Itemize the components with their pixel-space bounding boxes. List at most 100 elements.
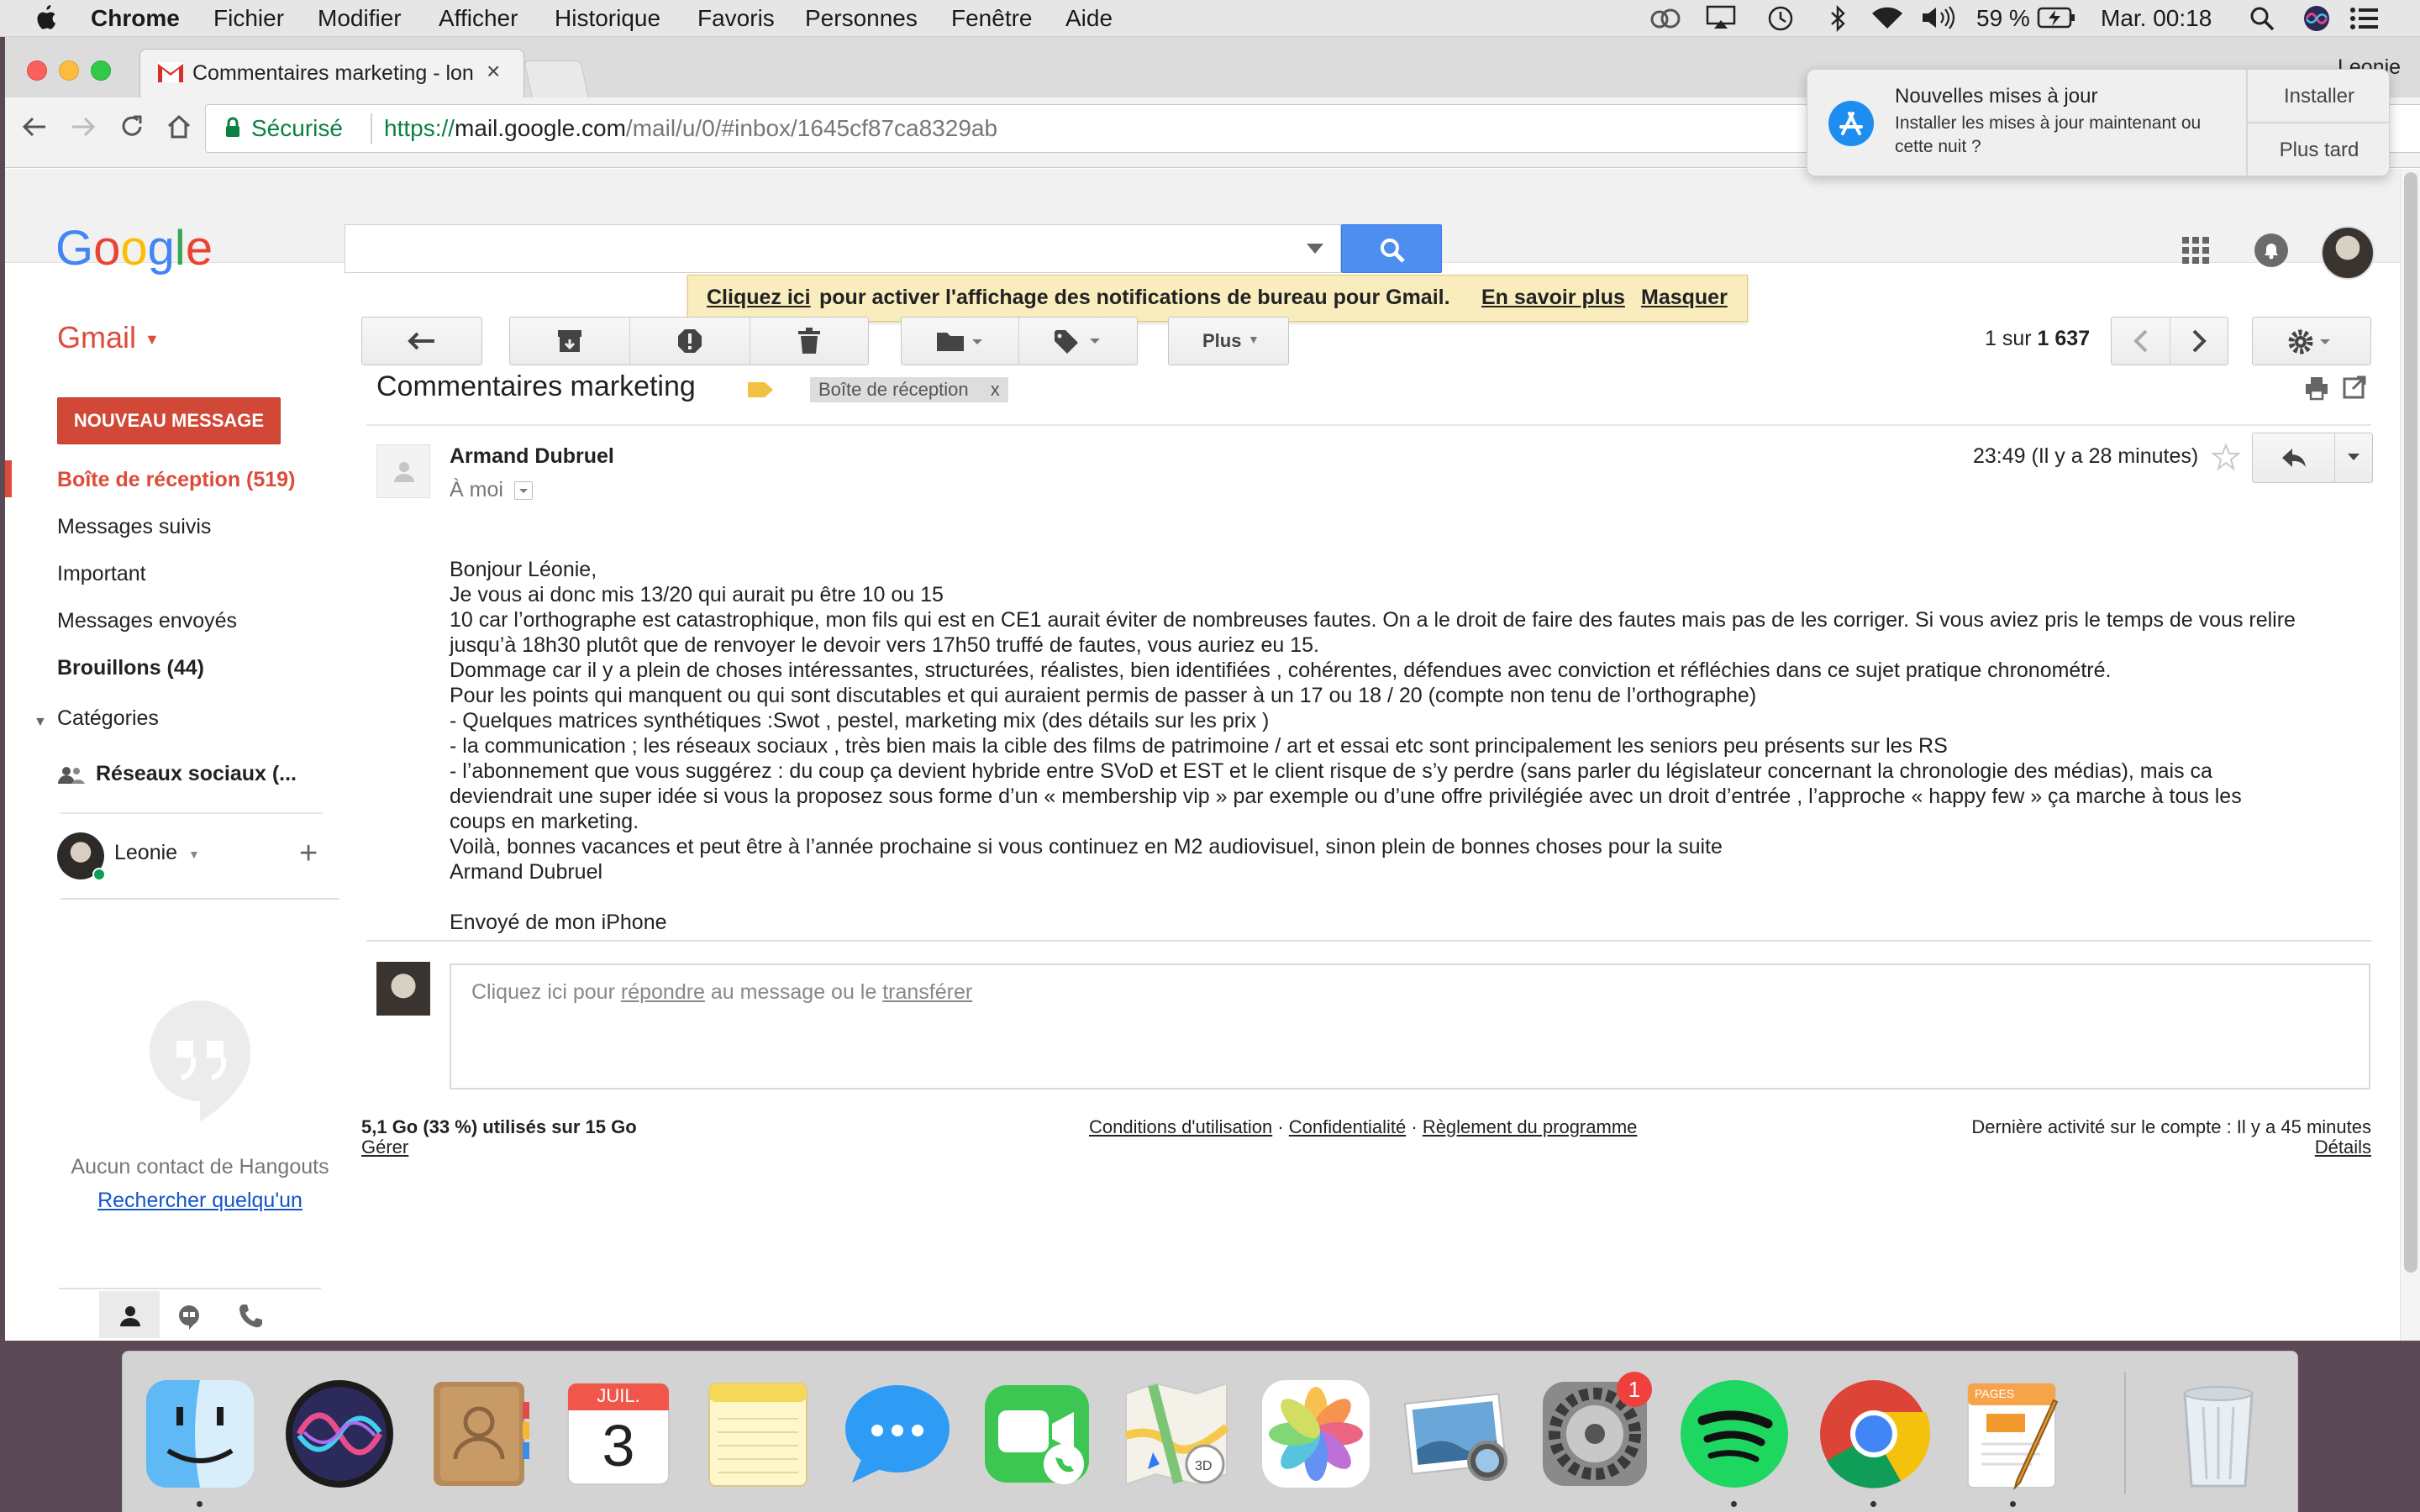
notes-app-icon[interactable] bbox=[701, 1377, 815, 1491]
remove-label-icon[interactable]: x bbox=[991, 379, 1000, 400]
learn-more-link[interactable]: En savoir plus bbox=[1481, 286, 1625, 310]
tab-close-icon[interactable]: × bbox=[487, 58, 500, 85]
close-window-button[interactable] bbox=[27, 60, 47, 81]
new-tab-button[interactable] bbox=[523, 60, 589, 97]
menu-afficher[interactable]: Afficher bbox=[439, 4, 518, 33]
siri-icon[interactable] bbox=[2302, 4, 2331, 33]
reload-icon[interactable] bbox=[118, 113, 146, 141]
sender-name[interactable]: Armand Dubruel bbox=[450, 444, 614, 469]
page-scrollbar[interactable] bbox=[2400, 169, 2420, 1341]
manage-storage-link[interactable]: Gérer bbox=[361, 1137, 408, 1158]
nav-categories[interactable]: Catégories bbox=[57, 706, 159, 731]
star-icon[interactable] bbox=[2212, 443, 2240, 471]
nav-inbox[interactable]: Boîte de réception (519) bbox=[57, 468, 295, 492]
hangouts-search-link[interactable]: Rechercher quelqu'un bbox=[59, 1189, 341, 1213]
apple-icon[interactable] bbox=[34, 3, 57, 32]
importance-marker-icon[interactable] bbox=[748, 381, 773, 399]
pages-app-icon[interactable]: PAGES bbox=[1956, 1377, 2070, 1491]
more-actions-button[interactable]: Plus ▼ bbox=[1168, 317, 1289, 365]
forward-link[interactable]: transférer bbox=[882, 980, 972, 1004]
hide-banner-link[interactable]: Masquer bbox=[1641, 286, 1728, 310]
compose-button[interactable]: NOUVEAU MESSAGE bbox=[57, 397, 281, 444]
nav-social[interactable]: Réseaux sociaux (... bbox=[96, 762, 297, 786]
creative-cloud-icon[interactable] bbox=[1649, 7, 1682, 30]
menu-historique[interactable]: Historique bbox=[555, 4, 660, 33]
hangouts-tab-icon[interactable] bbox=[176, 1305, 202, 1330]
reply-button[interactable] bbox=[2253, 433, 2335, 482]
hangouts-user-name[interactable]: Leonie bbox=[114, 841, 177, 865]
archive-button[interactable] bbox=[510, 318, 630, 365]
battery-icon[interactable] bbox=[2037, 6, 2077, 29]
search-options-icon[interactable] bbox=[1307, 244, 1323, 254]
move-to-button[interactable] bbox=[902, 318, 1019, 365]
scrollbar-thumb[interactable] bbox=[2404, 172, 2417, 1273]
program-policies-link[interactable]: Règlement du programme bbox=[1423, 1116, 1638, 1137]
terms-link[interactable]: Conditions d'utilisation bbox=[1089, 1116, 1272, 1137]
wifi-icon[interactable] bbox=[1870, 5, 1904, 30]
categories-collapse-icon[interactable]: ▼ bbox=[34, 715, 47, 730]
url-text[interactable]: https://mail.google.com/mail/u/0/#inbox/… bbox=[384, 115, 997, 142]
reply-box[interactable]: Cliquez ici pour répondre au message ou … bbox=[450, 963, 2370, 1089]
siri-app-icon[interactable] bbox=[282, 1377, 397, 1491]
search-button[interactable] bbox=[1341, 224, 1442, 273]
mail-search-input[interactable] bbox=[345, 224, 1341, 273]
trash-can-icon[interactable] bbox=[2161, 1377, 2275, 1491]
more-reply-options-button[interactable] bbox=[2335, 433, 2372, 482]
calendar-app-icon[interactable]: JUIL. 3 bbox=[561, 1377, 676, 1491]
menu-aide[interactable]: Aide bbox=[1065, 4, 1113, 33]
nav-sent[interactable]: Messages envoyés bbox=[57, 609, 237, 633]
menu-personnes[interactable]: Personnes bbox=[805, 4, 918, 33]
newer-button[interactable] bbox=[2112, 318, 2170, 365]
activity-details-link[interactable]: Détails bbox=[2315, 1137, 2371, 1158]
settings-button[interactable] bbox=[2252, 317, 2371, 365]
nav-starred[interactable]: Messages suivis bbox=[57, 515, 211, 539]
minimize-window-button[interactable] bbox=[59, 60, 79, 81]
older-button[interactable] bbox=[2170, 318, 2228, 365]
back-icon[interactable] bbox=[20, 113, 49, 141]
contacts-tab[interactable] bbox=[99, 1291, 160, 1338]
menu-modifier[interactable]: Modifier bbox=[318, 4, 402, 33]
zoom-window-button[interactable] bbox=[91, 60, 111, 81]
menu-clock[interactable]: Mar. 00:18 bbox=[2101, 4, 2212, 33]
hangouts-status-chevron-icon[interactable]: ▼ bbox=[188, 848, 200, 861]
facetime-app-icon[interactable] bbox=[980, 1377, 1094, 1491]
contacts-app-icon[interactable] bbox=[422, 1377, 536, 1491]
delete-button[interactable] bbox=[750, 318, 868, 365]
apps-grid-icon[interactable] bbox=[2181, 236, 2210, 265]
time-machine-icon[interactable] bbox=[1766, 4, 1795, 33]
airplay-icon[interactable] bbox=[1706, 5, 1736, 30]
menu-app-name[interactable]: Chrome bbox=[91, 4, 180, 33]
menu-favoris[interactable]: Favoris bbox=[697, 4, 775, 33]
back-to-inbox-button[interactable] bbox=[361, 317, 482, 365]
volume-icon[interactable] bbox=[1921, 5, 1960, 30]
gmail-brand[interactable]: Gmail ▼ bbox=[57, 320, 160, 355]
print-all-icon[interactable] bbox=[2304, 375, 2329, 401]
preview-app-icon[interactable] bbox=[1398, 1377, 1512, 1491]
chrome-app-icon[interactable] bbox=[1817, 1377, 1931, 1491]
maps-app-icon[interactable]: 3D bbox=[1119, 1377, 1234, 1491]
report-spam-button[interactable] bbox=[630, 318, 750, 365]
bluetooth-icon[interactable] bbox=[1828, 4, 1847, 33]
phone-icon[interactable] bbox=[237, 1303, 264, 1330]
forward-icon[interactable] bbox=[69, 113, 97, 141]
notifications-bell-icon[interactable] bbox=[2254, 233, 2289, 268]
nav-drafts[interactable]: Brouillons (44) bbox=[57, 656, 204, 680]
google-logo[interactable]: Google bbox=[55, 223, 215, 278]
new-conversation-icon[interactable]: + bbox=[299, 837, 318, 869]
system-preferences-icon[interactable]: 1 bbox=[1538, 1372, 1652, 1491]
home-icon[interactable] bbox=[165, 113, 193, 141]
install-updates-button[interactable]: Installer bbox=[2248, 70, 2391, 123]
show-details-icon[interactable] bbox=[514, 481, 533, 500]
enable-notifications-link[interactable]: Cliquez ici bbox=[707, 286, 811, 310]
spotify-app-icon[interactable] bbox=[1677, 1377, 1791, 1491]
menu-fichier[interactable]: Fichier bbox=[213, 4, 284, 33]
spotlight-search-icon[interactable] bbox=[2249, 5, 2275, 32]
photos-app-icon[interactable] bbox=[1259, 1377, 1373, 1491]
finder-icon[interactable] bbox=[143, 1377, 257, 1491]
privacy-link[interactable]: Confidentialité bbox=[1289, 1116, 1406, 1137]
nav-important[interactable]: Important bbox=[57, 562, 146, 586]
messages-app-icon[interactable] bbox=[840, 1377, 955, 1491]
menu-fenetre[interactable]: Fenêtre bbox=[951, 4, 1033, 33]
sender-avatar[interactable] bbox=[376, 444, 430, 498]
account-avatar[interactable] bbox=[2321, 226, 2375, 280]
